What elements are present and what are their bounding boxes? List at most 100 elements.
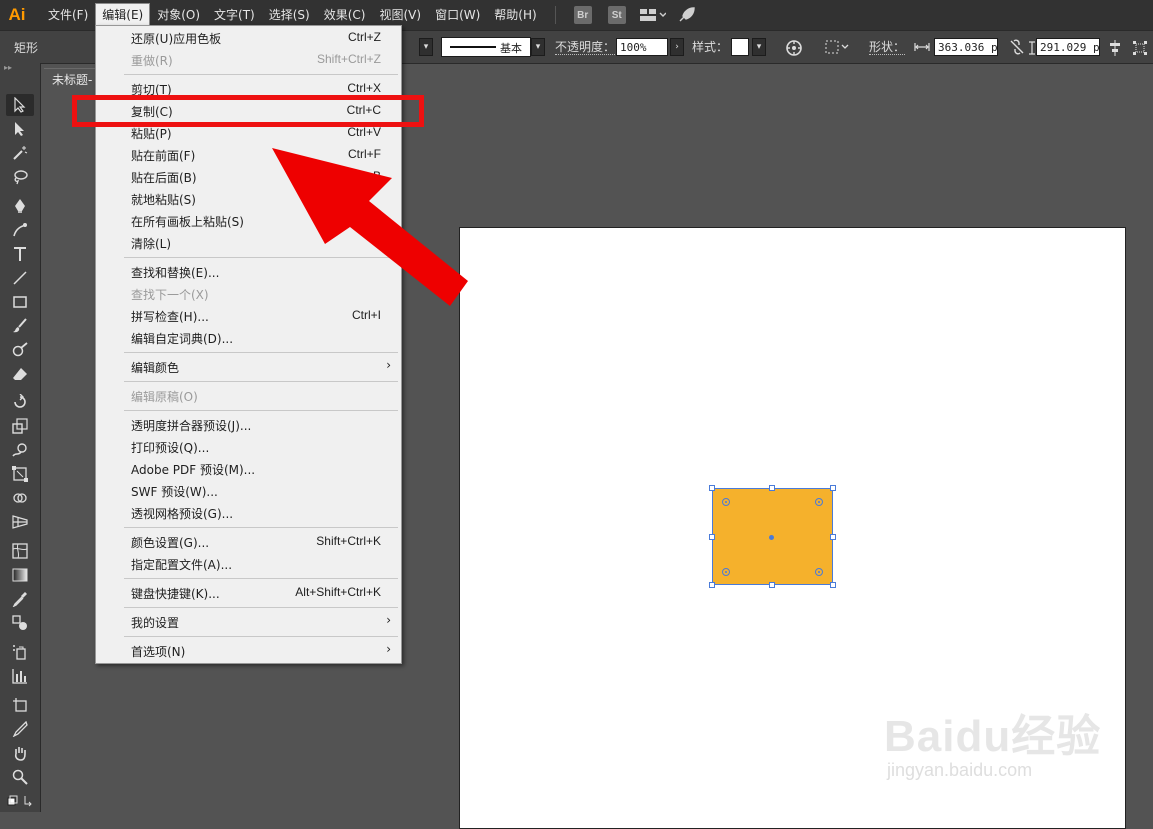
- menu-item[interactable]: 贴在前面(F) Ctrl+F: [96, 144, 401, 166]
- menu-item-label: Adobe PDF 预设(M)...: [131, 463, 256, 477]
- transform-icon[interactable]: [1132, 40, 1148, 59]
- graphic-style-dropdown[interactable]: ▾: [752, 38, 766, 56]
- menu-item[interactable]: 编辑颜色 ›: [96, 356, 401, 378]
- menu-type[interactable]: 文字(T): [208, 4, 261, 26]
- lasso-tool-icon[interactable]: [6, 166, 34, 188]
- menu-object[interactable]: 对象(O): [151, 4, 206, 26]
- rocket-icon[interactable]: [678, 7, 696, 23]
- resize-handle[interactable]: [709, 485, 715, 491]
- resize-handle[interactable]: [830, 485, 836, 491]
- menu-item[interactable]: 打印预设(Q)...: [96, 436, 401, 458]
- watermark-logo: Baidu经验: [884, 712, 1102, 761]
- resize-handle[interactable]: [709, 534, 715, 540]
- paintbrush-tool-icon[interactable]: [6, 315, 34, 337]
- gradient-tool-icon[interactable]: [6, 564, 34, 586]
- artboard-tool-icon[interactable]: [6, 694, 34, 716]
- menu-item-label: 在所有画板上粘贴(S): [131, 215, 244, 229]
- shaper-tool-icon[interactable]: [6, 339, 34, 361]
- mesh-tool-icon[interactable]: [6, 540, 34, 562]
- menu-item[interactable]: 首选项(N) ›: [96, 640, 401, 662]
- stroke-profile-dropdown[interactable]: ▾: [531, 38, 545, 56]
- menu-item[interactable]: 还原(U)应用色板 Ctrl+Z: [96, 27, 401, 49]
- resize-handle[interactable]: [769, 582, 775, 588]
- opacity-arrow-button[interactable]: ›: [670, 38, 684, 56]
- rectangle-tool-icon[interactable]: [6, 291, 34, 313]
- pen-tool-icon[interactable]: [6, 195, 34, 217]
- menu-select[interactable]: 选择(S): [263, 4, 316, 26]
- perspective-grid-tool-icon[interactable]: [6, 511, 34, 533]
- zoom-tool-icon[interactable]: [6, 766, 34, 788]
- menu-file[interactable]: 文件(F): [42, 4, 94, 26]
- hand-tool-icon[interactable]: [6, 742, 34, 764]
- symbol-sprayer-tool-icon[interactable]: [6, 641, 34, 663]
- resize-handle[interactable]: [830, 582, 836, 588]
- bridge-button[interactable]: Br: [573, 6, 592, 24]
- fill-stroke-swap-icon[interactable]: [6, 790, 34, 812]
- menu-item[interactable]: 指定配置文件(A)...: [96, 553, 401, 575]
- menu-item: 编辑原稿(O): [96, 385, 401, 407]
- rotate-tool-icon[interactable]: [6, 391, 34, 413]
- selection-tool-icon[interactable]: [6, 94, 34, 116]
- shape-builder-tool-icon[interactable]: [6, 487, 34, 509]
- menu-item[interactable]: 就地粘贴(S): [96, 188, 401, 210]
- eraser-tool-icon[interactable]: [6, 363, 34, 385]
- live-corner-widget[interactable]: [815, 568, 823, 576]
- column-graph-tool-icon[interactable]: [6, 665, 34, 687]
- menu-item: 查找下一个(X): [96, 283, 401, 305]
- menu-window[interactable]: 窗口(W): [429, 4, 486, 26]
- menu-view[interactable]: 视图(V): [373, 4, 427, 26]
- menu-item[interactable]: 编辑自定词典(D)...: [96, 327, 401, 349]
- panel-grip[interactable]: ▸▸: [0, 63, 40, 73]
- width-input[interactable]: 363.036 px: [934, 38, 998, 56]
- menu-item[interactable]: 查找和替换(E)...: [96, 261, 401, 283]
- live-corner-widget[interactable]: [722, 498, 730, 506]
- menu-item[interactable]: SWF 预设(W)...: [96, 480, 401, 502]
- resize-handle[interactable]: [709, 582, 715, 588]
- menu-item[interactable]: 透明度拼合器预设(J)...: [96, 414, 401, 436]
- graphic-style-swatch[interactable]: [731, 38, 749, 56]
- line-segment-tool-icon[interactable]: [6, 267, 34, 289]
- live-corner-widget[interactable]: [815, 498, 823, 506]
- resize-handle[interactable]: [830, 534, 836, 540]
- menu-effect[interactable]: 效果(C): [318, 4, 372, 26]
- constrain-link-icon[interactable]: [1008, 38, 1026, 59]
- slice-tool-icon[interactable]: [6, 718, 34, 740]
- menu-item[interactable]: 我的设置 ›: [96, 611, 401, 633]
- free-transform-tool-icon[interactable]: [6, 463, 34, 485]
- menu-item[interactable]: 键盘快捷键(K)... Alt+Shift+Ctrl+K: [96, 582, 401, 604]
- recolor-artwork-icon[interactable]: [785, 39, 803, 60]
- stroke-profile-select[interactable]: 基本: [441, 37, 531, 57]
- menu-separator: [124, 352, 398, 353]
- height-input[interactable]: 291.029 px: [1036, 38, 1100, 56]
- curvature-tool-icon[interactable]: [6, 219, 34, 241]
- menu-item-label: 查找下一个(X): [131, 288, 209, 302]
- resize-handle[interactable]: [769, 485, 775, 491]
- workspace-layout-icon[interactable]: [639, 8, 666, 22]
- warp-tool-icon[interactable]: [6, 439, 34, 461]
- stock-button[interactable]: St: [607, 6, 626, 24]
- align-icon[interactable]: [1108, 40, 1122, 59]
- opacity-input[interactable]: 100%: [616, 38, 668, 56]
- shape-label[interactable]: 形状：: [869, 40, 906, 55]
- menu-edit[interactable]: 编辑(E): [95, 3, 151, 27]
- menu-item[interactable]: 颜色设置(G)... Shift+Ctrl+K: [96, 531, 401, 553]
- scale-tool-icon[interactable]: [6, 415, 34, 437]
- menu-item[interactable]: 清除(L): [96, 232, 401, 254]
- menu-item-label: 编辑颜色: [131, 361, 180, 375]
- type-tool-icon[interactable]: [6, 243, 34, 265]
- blend-tool-icon[interactable]: [6, 612, 34, 634]
- menu-item[interactable]: 拼写检查(H)... Ctrl+I: [96, 305, 401, 327]
- magic-wand-tool-icon[interactable]: [6, 142, 34, 164]
- menu-item[interactable]: 透视网格预设(G)...: [96, 502, 401, 524]
- eyedropper-tool-icon[interactable]: [6, 588, 34, 610]
- fill-dropdown[interactable]: ▾: [419, 38, 433, 56]
- opacity-label[interactable]: 不透明度：: [555, 40, 616, 55]
- direct-selection-tool-icon[interactable]: [6, 118, 34, 140]
- menu-item-shortcut: Alt+Sh: [345, 213, 381, 227]
- menu-item[interactable]: 贴在后面(B) Ctrl+B: [96, 166, 401, 188]
- align-to-icon[interactable]: [825, 40, 851, 57]
- menu-item[interactable]: Adobe PDF 预设(M)...: [96, 458, 401, 480]
- menu-item[interactable]: 在所有画板上粘贴(S) Alt+Sh: [96, 210, 401, 232]
- live-corner-widget[interactable]: [722, 568, 730, 576]
- menu-help[interactable]: 帮助(H): [488, 4, 542, 26]
